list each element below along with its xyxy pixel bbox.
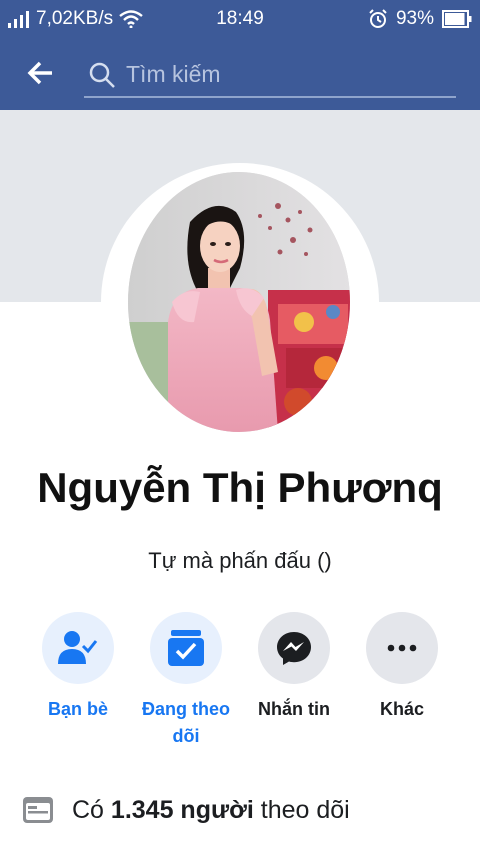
following-button-circle bbox=[150, 612, 222, 684]
more-button[interactable]: Khác bbox=[348, 612, 456, 723]
following-feed-icon bbox=[168, 630, 204, 666]
more-label: Khác bbox=[379, 699, 424, 719]
followers-text: Có 1.345 người theo dõi bbox=[72, 796, 350, 825]
followers-card-icon bbox=[23, 797, 53, 823]
alarm-icon bbox=[369, 9, 387, 28]
messenger-icon bbox=[277, 632, 311, 665]
more-button-circle bbox=[366, 612, 438, 684]
message-label: Nhắn tin bbox=[258, 699, 330, 719]
status-right: 93% bbox=[368, 8, 472, 30]
back-button[interactable] bbox=[24, 56, 58, 90]
message-button-circle bbox=[258, 612, 330, 684]
search-placeholder: Tìm kiếm bbox=[126, 61, 221, 87]
battery-percent: 93% bbox=[395, 8, 434, 29]
profile-actions: Bạn bè Đang theo dõi Nhắn tin Khác bbox=[0, 612, 480, 752]
following-label-line1: Đang theo bbox=[142, 699, 230, 719]
followers-count: 1.345 người bbox=[110, 795, 254, 824]
friends-button[interactable]: Bạn bè bbox=[24, 612, 132, 723]
search-header: Tìm kiếm bbox=[0, 38, 480, 110]
profile-name: Nguyễn Thị Phươnq bbox=[37, 464, 443, 511]
profile-photo-image bbox=[128, 172, 350, 432]
followers-row[interactable]: Có 1.345 người theo dõi bbox=[22, 794, 350, 826]
back-arrow-icon bbox=[27, 61, 52, 85]
profile-bio: Tự mà phấn đấu () bbox=[148, 548, 332, 573]
battery-icon bbox=[442, 10, 472, 28]
friends-check-icon bbox=[58, 631, 98, 664]
followers-prefix: Có bbox=[72, 795, 104, 824]
following-button[interactable]: Đang theo dõi bbox=[132, 612, 240, 750]
friends-button-circle bbox=[42, 612, 114, 684]
status-bar: 7,02KB/s 18:49 93% bbox=[0, 0, 480, 38]
profile-picture[interactable] bbox=[128, 172, 350, 432]
search-input[interactable]: Tìm kiếm bbox=[84, 52, 456, 98]
more-dots-icon bbox=[387, 644, 417, 652]
followers-suffix: theo dõi bbox=[260, 795, 350, 824]
following-label: Đang theo dõi bbox=[132, 696, 240, 750]
friends-label: Bạn bè bbox=[47, 699, 108, 719]
message-button[interactable]: Nhắn tin bbox=[240, 612, 348, 723]
search-icon bbox=[89, 62, 115, 88]
following-label-line2: dõi bbox=[172, 726, 200, 746]
